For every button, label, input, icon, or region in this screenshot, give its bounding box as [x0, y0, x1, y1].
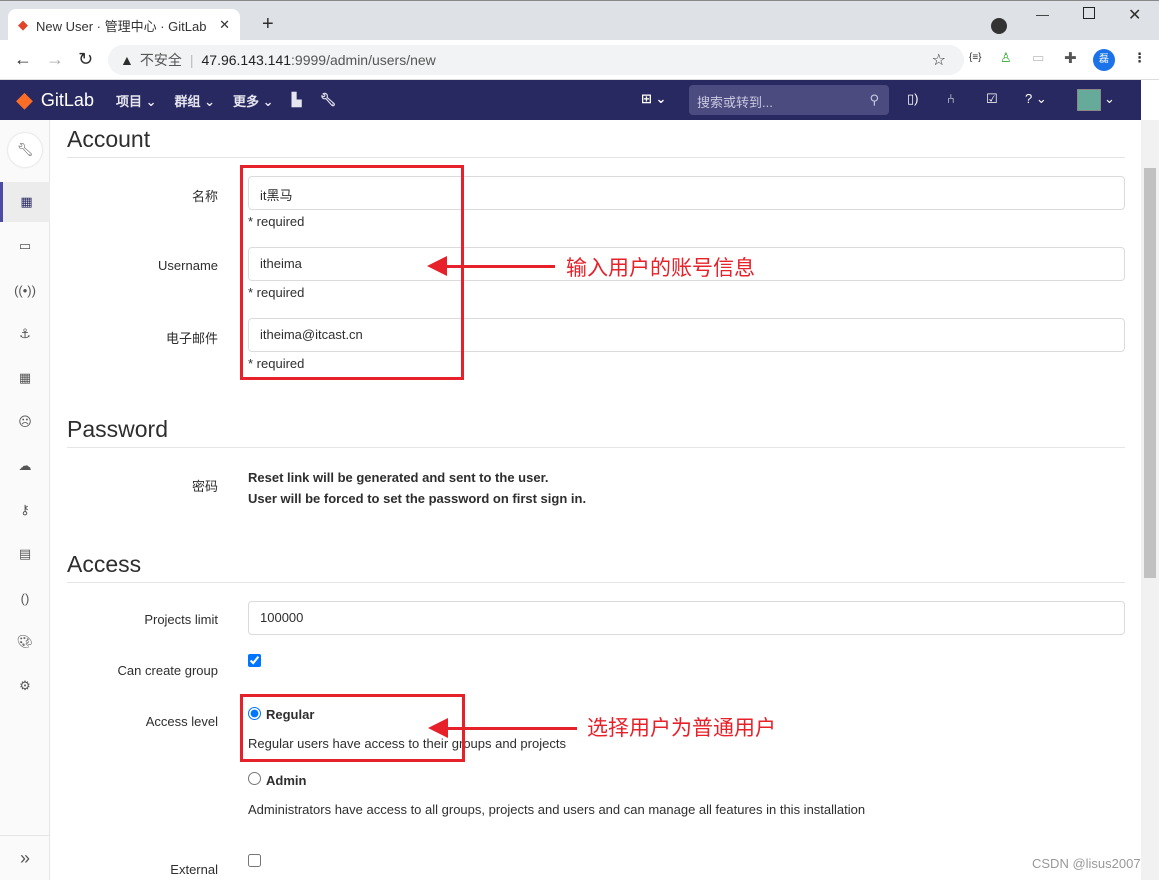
new-user-form: Account 名称 it黑马 * required Username ithe… — [50, 120, 1141, 880]
password-section-title: Password — [67, 416, 1125, 448]
projects-limit-label: Projects limit — [144, 612, 218, 627]
sidebar-credentials-icon[interactable]: ▤ — [0, 534, 50, 574]
sidebar-messages-icon[interactable]: ((•)) — [0, 270, 50, 310]
can-create-group-checkbox[interactable] — [248, 654, 261, 667]
gitlab-logo-icon[interactable]: ◆ — [16, 87, 33, 113]
username-label: Username — [158, 258, 218, 273]
maximize-icon[interactable] — [1083, 7, 1095, 19]
page-scrollbar[interactable] — [1141, 120, 1159, 880]
scrollbar-thumb[interactable] — [1144, 168, 1156, 578]
warning-icon: ▲ — [120, 52, 134, 68]
external-checkbox[interactable] — [248, 854, 261, 867]
search-icon: ⚲ — [869, 92, 879, 107]
extensions-puzzle-icon[interactable]: ✚ — [1064, 49, 1077, 67]
admin-sidebar: 🔧︎ ▦ ▭ ((•)) ⚓ ▦ ☹ ☁ ⚷ ▤ () 🎨︎ ⚙ » — [0, 120, 50, 880]
url-path: :9999/admin/users/new — [291, 52, 436, 68]
gitlab-favicon-icon: ◆ — [18, 17, 28, 32]
nav-projects[interactable]: 项目 ⌄ — [116, 91, 157, 110]
close-tab-icon[interactable]: ✕ — [219, 17, 230, 33]
user-menu-chevron-icon[interactable]: ⌄ — [1104, 91, 1115, 107]
account-section-title: Account — [67, 126, 1125, 158]
back-icon[interactable]: ← — [14, 49, 32, 70]
admin-help: Administrators have access to all groups… — [248, 802, 866, 817]
projects-limit-input[interactable]: 100000 — [248, 601, 1125, 635]
browser-tab-bar: ◆ New User · 管理中心 · GitLab ✕ + — ✕ — [0, 0, 1159, 41]
todos-icon[interactable]: ☑ — [986, 91, 998, 107]
tab-search-icon[interactable] — [991, 18, 1007, 34]
tab-title: New User · 管理中心 · GitLab — [36, 18, 207, 34]
annotation-access-text: 选择用户为普通用户 — [587, 717, 776, 740]
url-input[interactable]: ▲ 不安全 | 47.96.143.141:9999/admin/users/n… — [108, 45, 964, 75]
admin-radio[interactable] — [248, 772, 261, 785]
name-label: 名称 — [191, 189, 218, 204]
sidebar-overview-icon[interactable]: ▦ — [0, 182, 50, 222]
watermark: CSDN @lisus2007 — [1032, 856, 1141, 871]
issues-icon[interactable]: ▯) — [907, 91, 918, 107]
url-host: 47.96.143.141 — [201, 52, 292, 68]
email-label: 电子邮件 — [165, 331, 218, 346]
sidebar-abuse-icon[interactable]: ☹ — [0, 402, 50, 442]
annotation-arrow-account — [440, 265, 555, 268]
json-extension-icon[interactable]: {≡} — [969, 52, 982, 63]
nav-groups[interactable]: 群组 ⌄ — [175, 91, 216, 110]
password-label: 密码 — [191, 479, 218, 494]
access-section-title: Access — [67, 551, 1125, 583]
new-item-plus-icon[interactable]: ⊞ ⌄ — [641, 91, 666, 107]
new-tab-icon[interactable]: + — [262, 13, 274, 36]
gitlab-brand[interactable]: GitLab — [41, 90, 94, 111]
forward-icon[interactable]: → — [46, 49, 64, 70]
activity-chart-icon[interactable]: ▙ — [292, 92, 302, 108]
profile-avatar[interactable]: 磊 — [1093, 49, 1115, 71]
download-extension-icon[interactable]: ▭ — [1032, 50, 1044, 66]
arrow-head-icon — [428, 718, 448, 738]
minimize-icon[interactable]: — — [1036, 7, 1049, 22]
sidebar-labels-icon[interactable]: () — [0, 578, 50, 618]
collapse-sidebar-icon[interactable]: » — [0, 835, 50, 880]
external-label: External — [170, 862, 218, 877]
help-icon[interactable]: ? ⌄ — [1025, 91, 1047, 107]
browser-tab[interactable]: ◆ New User · 管理中心 · GitLab ✕ — [8, 9, 240, 41]
insecure-label: 不安全 — [139, 52, 182, 68]
user-avatar[interactable] — [1077, 89, 1101, 111]
search-input[interactable]: 搜索或转到... ⚲ — [689, 85, 889, 115]
close-window-icon[interactable]: ✕ — [1128, 5, 1141, 25]
merge-requests-icon[interactable]: ⑃ — [947, 91, 955, 106]
password-info-1: Reset link will be generated and sent to… — [248, 470, 549, 485]
sidebar-applications-icon[interactable]: ▦ — [0, 358, 50, 398]
password-info-2: User will be forced to set the password … — [248, 491, 587, 506]
access-level-label: Access level — [145, 714, 218, 729]
admin-wrench-icon[interactable]: 🔧︎ — [8, 133, 42, 167]
can-create-group-label: Can create group — [117, 663, 218, 678]
address-bar-row: ← → ↻ ▲ 不安全 | 47.96.143.141:9999/admin/u… — [0, 40, 1159, 80]
gitlab-navbar: ◆ GitLab 项目 ⌄ 群组 ⌄ 更多 ⌄ ▙ 🔧︎ ⊞ ⌄ 搜索或转到..… — [0, 80, 1141, 120]
admin-wrench-icon[interactable]: 🔧︎ — [320, 92, 337, 108]
nav-more[interactable]: 更多 ⌄ — [233, 91, 274, 110]
arrow-head-icon — [427, 256, 447, 276]
admin-label: Admin — [266, 773, 307, 788]
annotation-account-text: 输入用户的账号信息 — [566, 257, 755, 280]
reload-icon[interactable]: ↻ — [78, 49, 93, 70]
sidebar-deploy-keys-icon[interactable]: ⚷ — [0, 490, 50, 530]
extension-icon[interactable]: ♙ — [1000, 50, 1012, 66]
sidebar-monitoring-icon[interactable]: ▭ — [0, 226, 50, 266]
annotation-arrow-access — [442, 727, 577, 730]
sidebar-kubernetes-icon[interactable]: ☁ — [0, 446, 50, 486]
browser-menu-icon[interactable]: ⋮ — [1133, 50, 1146, 66]
sidebar-settings-icon[interactable]: ⚙ — [0, 666, 50, 706]
sidebar-hooks-icon[interactable]: ⚓ — [0, 314, 50, 354]
sidebar-appearance-icon[interactable]: 🎨︎ — [0, 622, 50, 662]
bookmark-star-icon[interactable]: ☆ — [932, 50, 946, 70]
